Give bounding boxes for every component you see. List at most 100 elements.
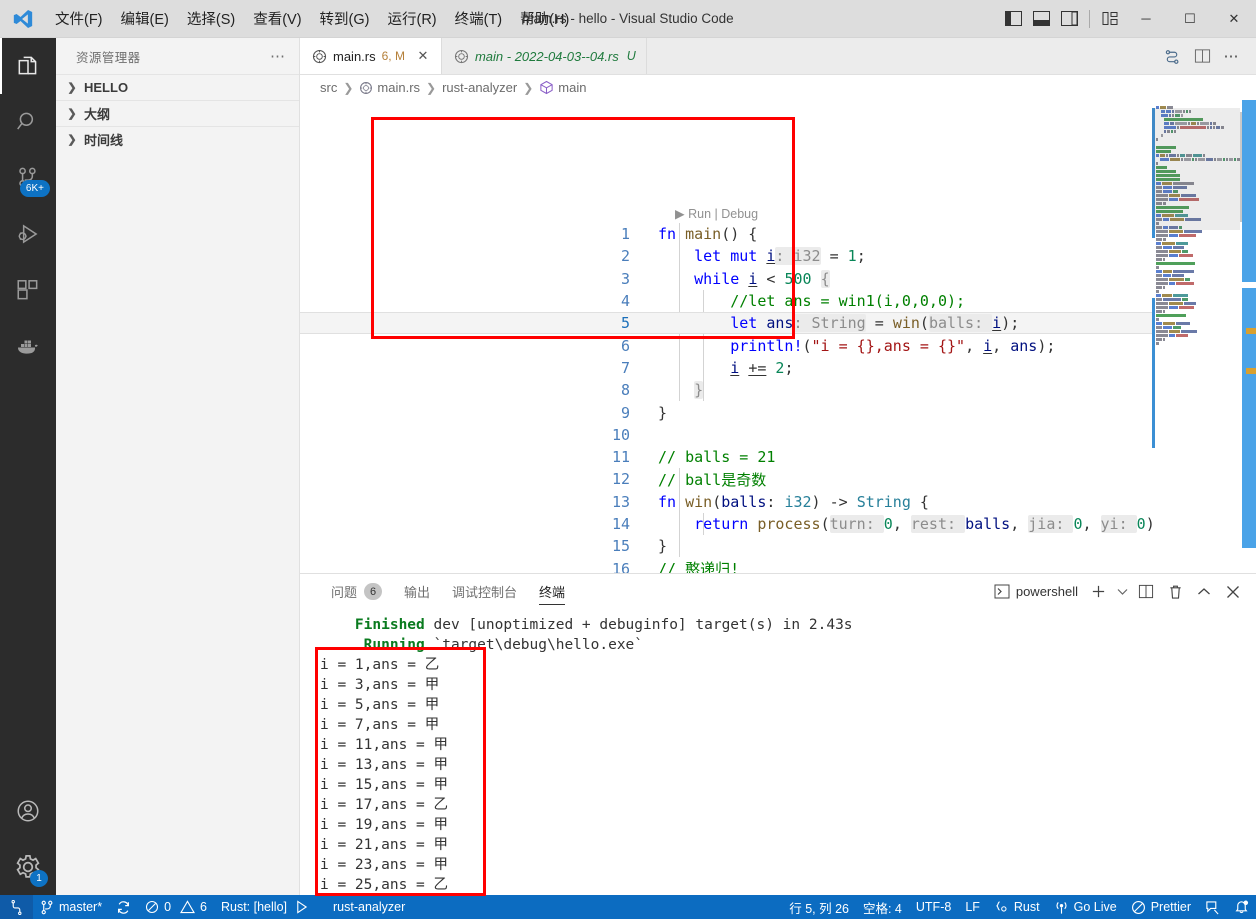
status-cursor-position[interactable]: 行 5, 列 26 (782, 895, 856, 919)
activity-item-run-debug[interactable] (0, 206, 56, 262)
terminal-dropdown-icon[interactable] (1114, 579, 1130, 605)
minimap[interactable] (1152, 100, 1256, 573)
toggle-sync-icon[interactable] (1158, 42, 1186, 70)
activity-item-docker[interactable] (0, 318, 56, 374)
sidebar-item-hello[interactable]: ❯ HELLO (56, 74, 299, 100)
panel-tab-output[interactable]: 输出 (393, 574, 441, 609)
more-actions-icon[interactable]: ⋯ (1218, 42, 1246, 70)
status-encoding[interactable]: UTF-8 (909, 895, 958, 919)
status-branch[interactable]: master* (33, 895, 109, 919)
minimap-change-decoration (1152, 298, 1155, 448)
code-line[interactable]: 14 return process(turn: 0, rest: balls, … (300, 513, 1152, 535)
status-indentation[interactable]: 空格: 4 (856, 895, 909, 919)
breadcrumb-item-rust-analyzer[interactable]: rust-analyzer (442, 80, 517, 95)
menu-selection[interactable]: 选择(S) (178, 0, 244, 37)
code-line[interactable]: 1 fn main() { (300, 223, 1152, 245)
activity-item-accounts[interactable] (0, 783, 56, 839)
error-icon (146, 900, 159, 914)
toggle-primary-sidebar-icon[interactable] (999, 0, 1027, 37)
tab-close-icon[interactable]: ✕ (415, 48, 431, 64)
toggle-panel-icon[interactable] (1027, 0, 1055, 37)
activity-item-search[interactable] (0, 94, 56, 150)
sync-icon (118, 900, 130, 914)
maximize-panel-icon[interactable] (1191, 579, 1217, 605)
status-go-live[interactable]: Go Live (1047, 895, 1124, 919)
menu-terminal[interactable]: 终端(T) (446, 0, 512, 37)
sidebar-item-timeline[interactable]: ❯ 时间线 (56, 126, 299, 152)
code-line[interactable]: 5 let ans: String = win(balls: i); (300, 312, 1152, 335)
chevron-right-icon: ❯ (426, 80, 437, 95)
terminal-line: i = 23,ans = 甲 (320, 857, 448, 873)
close-button[interactable]: ✕ (1212, 0, 1256, 38)
status-prettier[interactable]: Prettier (1124, 895, 1198, 919)
rust-icon (454, 49, 469, 63)
status-language-mode[interactable]: Rust (987, 895, 1047, 919)
status-notifications[interactable] (1227, 895, 1256, 919)
code-line[interactable]: 2 let mut i: i32 = 1; (300, 245, 1152, 267)
code-line[interactable]: 9} (300, 401, 1152, 423)
terminal-selector[interactable]: powershell (990, 584, 1082, 599)
status-sync[interactable] (109, 895, 138, 919)
menu-help[interactable]: 帮助(H) (511, 0, 578, 37)
customize-layout-icon[interactable] (1096, 0, 1124, 37)
code-line[interactable]: 3 while i < 500 { (300, 268, 1152, 290)
editor-scrollbar[interactable] (1242, 100, 1256, 573)
code-line[interactable]: 6 println!("i = {},ans = {}", i, ans); (300, 334, 1152, 356)
sidebar-title: 资源管理器 (76, 50, 141, 65)
menu-file[interactable]: 文件(F) (46, 0, 112, 37)
breadcrumb-item-main[interactable]: main (539, 80, 586, 95)
source-control-badge: 6K+ (19, 180, 50, 197)
code-lines[interactable]: 1 fn main() {2 let mut i: i32 = 1; 3 while… (300, 223, 1152, 573)
code-line[interactable]: 10 (300, 424, 1152, 446)
codelens-run-debug[interactable]: ▶ Run | Debug (675, 206, 758, 221)
code-line[interactable]: 15} (300, 535, 1152, 557)
code-line[interactable]: 13 fn win(balls: i32) -> String { (300, 491, 1152, 513)
activity-item-extensions[interactable] (0, 262, 56, 318)
minimap-line (1156, 310, 1240, 313)
status-remote-host[interactable] (0, 895, 33, 919)
tab-main-rs[interactable]: main.rs 6, M ✕ (300, 38, 442, 74)
status-feedback[interactable] (1198, 895, 1227, 919)
terminal-output[interactable]: Finished dev [unoptimized + debuginfo] t… (300, 609, 1256, 895)
minimize-button[interactable]: ─ (1124, 0, 1168, 38)
line-number: 5 (620, 314, 630, 333)
panel-tab-debug-console[interactable]: 调试控制台 (441, 574, 528, 609)
activity-item-manage[interactable]: 1 (0, 839, 56, 895)
code-line[interactable]: 16 // 憨递归! (300, 557, 1152, 573)
maximize-button[interactable]: ☐ (1168, 0, 1212, 38)
activity-item-explorer[interactable] (0, 38, 56, 94)
breadcrumb-item-src[interactable]: src (320, 80, 337, 95)
activity-item-source-control[interactable]: 6K+ (0, 150, 56, 206)
terminal-line: i = 13,ans = 甲 (320, 757, 448, 773)
status-eol[interactable]: LF (958, 895, 987, 919)
status-rust-analyzer[interactable]: rust-analyzer (315, 895, 412, 919)
tab-main-2022-04-03[interactable]: main - 2022-04-03--04.rs U (441, 38, 647, 74)
close-panel-icon[interactable] (1220, 579, 1246, 605)
sidebar-more-icon[interactable]: ⋯ (270, 47, 287, 65)
code-scroll-area[interactable]: ▶ Run | Debug 1 fn main() {2 let mut i: i… (300, 100, 1152, 573)
kill-terminal-icon[interactable] (1162, 579, 1188, 605)
breadcrumb-item-mainrs[interactable]: main.rs (359, 80, 420, 95)
code-line[interactable]: 12 // ball是奇数 (300, 468, 1152, 490)
status-rust-project[interactable]: Rust: [hello] (214, 895, 315, 919)
chevron-right-icon: ❯ (67, 108, 77, 120)
code-editor[interactable]: ▶ Run | Debug 1 fn main() {2 let mut i: i… (300, 100, 1256, 573)
split-editor-icon[interactable] (1188, 42, 1216, 70)
code-line[interactable]: 11 // balls = 21 (300, 446, 1152, 468)
status-problems[interactable]: 0 6 (138, 895, 214, 919)
code-line[interactable]: 7 i += 2; (300, 357, 1152, 379)
menu-go[interactable]: 转到(G) (311, 0, 379, 37)
minimap-slider[interactable] (1152, 108, 1240, 230)
code-line[interactable]: 8 } (300, 379, 1152, 401)
add-terminal-icon[interactable] (1085, 579, 1111, 605)
panel-tab-problems[interactable]: 问题 6 (320, 574, 393, 609)
scrollbar-thumb[interactable] (1240, 112, 1242, 222)
split-terminal-icon[interactable] (1133, 579, 1159, 605)
menu-run[interactable]: 运行(R) (378, 0, 445, 37)
toggle-secondary-sidebar-icon[interactable] (1055, 0, 1083, 37)
code-line[interactable]: 4 //let ans = win1(i,0,0,0); (300, 290, 1152, 312)
menu-view[interactable]: 查看(V) (244, 0, 310, 37)
panel-tab-terminal[interactable]: 终端 (528, 574, 576, 609)
menu-edit[interactable]: 编辑(E) (112, 0, 178, 37)
sidebar-item-outline[interactable]: ❯ 大纲 (56, 100, 299, 126)
